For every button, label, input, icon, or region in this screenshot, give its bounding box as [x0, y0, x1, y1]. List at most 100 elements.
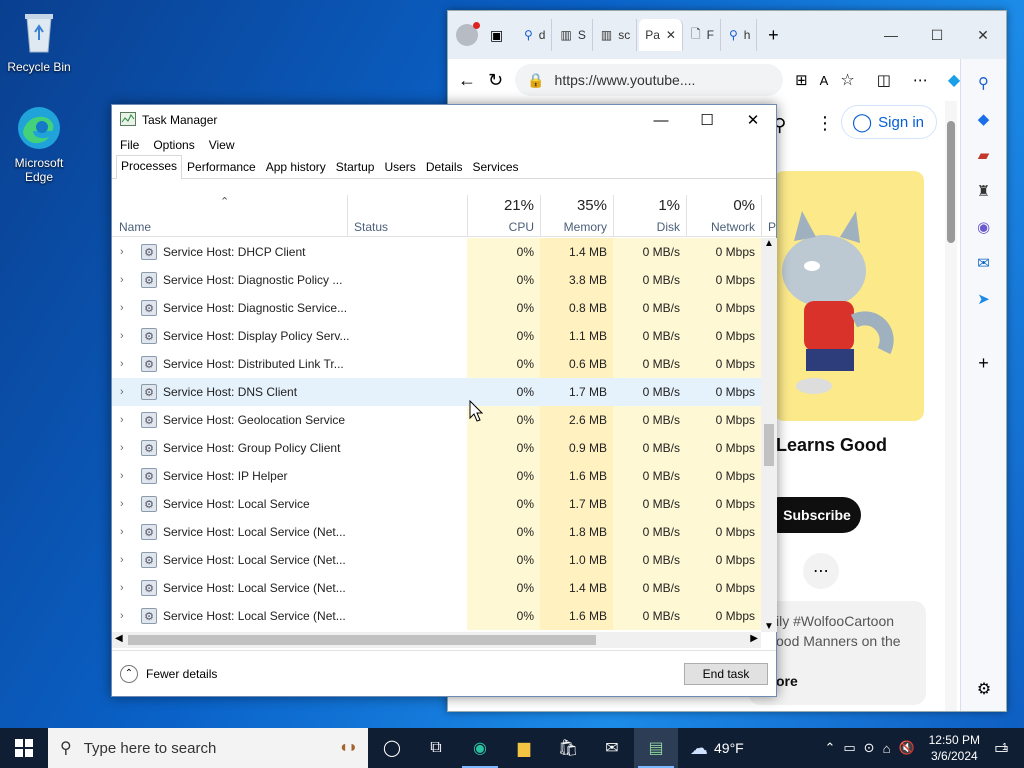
timeline-icon[interactable]: ⧉ — [414, 728, 458, 768]
process-row[interactable]: › ⚙ Service Host: Diagnostic Service... 0% 0… — [112, 294, 761, 322]
scroll-left-arrow-icon[interactable]: ◀ — [115, 633, 123, 644]
task-view-icon[interactable]: ◯ — [370, 728, 414, 768]
outlook-icon[interactable]: ✉ — [972, 251, 996, 275]
desktop-icon-edge[interactable]: Microsoft Edge — [4, 104, 74, 184]
tab-processes[interactable]: Processes — [116, 155, 183, 179]
column-name[interactable]: Name — [112, 195, 347, 237]
end-task-button[interactable]: End task — [684, 662, 768, 685]
search-icon[interactable]: ⚲ — [972, 71, 996, 95]
menu-options[interactable]: Options — [153, 138, 194, 152]
back-icon[interactable]: ← — [458, 70, 476, 91]
tab-startup[interactable]: Startup — [331, 156, 380, 178]
expand-chevron-icon[interactable]: › — [120, 302, 124, 314]
maximize-icon[interactable]: ☐ — [914, 19, 960, 51]
games-icon[interactable]: ♜ — [972, 179, 996, 203]
taskbar-search-box[interactable]: ⚲ Type here to search ◖◗ — [48, 728, 368, 768]
task-manager-titlebar[interactable]: Task Manager — ☐ ✕ — [112, 105, 776, 135]
notifications-icon[interactable]: ▭ 1 — [994, 738, 1018, 758]
edge-tab-active[interactable]: Pa ✕ — [639, 19, 683, 51]
apps-icon[interactable]: ⊞ — [795, 71, 808, 89]
expand-chevron-icon[interactable]: › — [120, 414, 124, 426]
process-row[interactable]: › ⚙ Service Host: DNS Client 0% 1.7 MB 0 MB/s… — [112, 378, 761, 406]
process-row[interactable]: › ⚙ Service Host: Local Service 0% 1.7 MB 0 M… — [112, 490, 761, 518]
scroll-up-arrow-icon[interactable]: ▲ — [764, 238, 774, 249]
process-row[interactable]: › ⚙ Service Host: Group Policy Client 0% 0.9… — [112, 434, 761, 462]
process-row[interactable]: › ⚙ Service Host: Geolocation Service 0% 2.6… — [112, 406, 761, 434]
horizontal-scrollbar[interactable]: ◀ ▶ — [112, 632, 761, 648]
process-row[interactable]: › ⚙ Service Host: Local Service (Net... 0% 1… — [112, 518, 761, 546]
url-field[interactable]: 🔒 https://www.youtube.... — [515, 64, 784, 96]
file-explorer-icon[interactable]: ▆ — [502, 728, 546, 768]
expand-chevron-icon[interactable]: › — [120, 246, 124, 258]
column-disk[interactable]: 1% Disk — [613, 195, 686, 237]
weather-widget[interactable]: ☁ 49°F — [690, 738, 744, 759]
scroll-right-arrow-icon[interactable]: ▶ — [750, 633, 758, 644]
store-icon[interactable]: 🛍 — [546, 728, 590, 768]
expand-chevron-icon[interactable]: › — [120, 526, 124, 538]
menu-view[interactable]: View — [209, 138, 235, 152]
expand-chevron-icon[interactable]: › — [120, 610, 124, 622]
column-memory[interactable]: 35% Memory — [540, 195, 613, 237]
tab-details[interactable]: Details — [421, 156, 468, 178]
edge-tab[interactable]: ▥ S — [554, 19, 593, 51]
column-power[interactable]: P — [761, 195, 777, 237]
split-screen-icon[interactable]: ◫ — [877, 71, 891, 89]
expand-chevron-icon[interactable]: › — [120, 582, 124, 594]
add-icon[interactable]: + — [972, 351, 996, 375]
close-icon[interactable]: ✕ — [730, 105, 776, 135]
tab-performance[interactable]: Performance — [182, 156, 261, 178]
expand-chevron-icon[interactable]: › — [120, 386, 124, 398]
minimize-icon[interactable]: — — [868, 19, 914, 51]
taskbar-edge-icon[interactable]: ◉ — [458, 728, 502, 768]
process-row[interactable]: › ⚙ Service Host: Local Service (Net... 0% 1… — [112, 602, 761, 630]
edge-tab[interactable]: ▥ sc — [595, 19, 638, 51]
tab-users[interactable]: Users — [379, 156, 420, 178]
process-row[interactable]: › ⚙ Service Host: IP Helper 0% 1.6 MB 0 MB/s 0… — [112, 462, 761, 490]
battery-icon[interactable]: ▭ — [843, 740, 855, 756]
taskbar-task-manager-icon[interactable]: ▤ — [634, 728, 678, 768]
process-row[interactable]: › ⚙ Service Host: Display Policy Serv... 0%… — [112, 322, 761, 350]
process-row[interactable]: › ⚙ Service Host: Local Service (Net... 0% 1… — [112, 574, 761, 602]
process-row[interactable]: › ⚙ Service Host: Diagnostic Policy ... 0% 3… — [112, 266, 761, 294]
vertical-scrollbar[interactable]: ▲ ▼ — [761, 238, 777, 632]
tab-actions-icon[interactable]: ▣ — [490, 27, 516, 44]
scrollbar-thumb[interactable] — [947, 121, 955, 243]
process-row[interactable]: › ⚙ Service Host: Distributed Link Tr... 0%… — [112, 350, 761, 378]
more-actions-button[interactable]: ⋯ — [803, 553, 839, 589]
profile-avatar[interactable] — [456, 22, 480, 46]
expand-chevron-icon[interactable]: › — [120, 358, 124, 370]
m365-icon[interactable]: ◉ — [972, 215, 996, 239]
page-scrollbar[interactable] — [945, 101, 957, 711]
new-tab-icon[interactable]: + — [759, 25, 787, 46]
close-tab-icon[interactable]: ✕ — [666, 28, 676, 42]
expand-chevron-icon[interactable]: › — [120, 470, 124, 482]
mail-icon[interactable]: ✉ — [590, 728, 634, 768]
close-icon[interactable]: ✕ — [960, 19, 1006, 51]
network-icon[interactable]: ⌂ — [883, 741, 891, 756]
read-aloud-icon[interactable]: A — [820, 73, 829, 88]
column-network[interactable]: 0% Network — [686, 195, 761, 237]
expand-chevron-icon[interactable]: › — [120, 330, 124, 342]
drop-icon[interactable]: ➤ — [972, 287, 996, 311]
edge-tab[interactable]: ⚲ d — [518, 19, 553, 51]
expand-chevron-icon[interactable]: › — [120, 554, 124, 566]
column-cpu[interactable]: 21% CPU — [467, 195, 540, 237]
scroll-down-arrow-icon[interactable]: ▼ — [764, 621, 774, 632]
clock[interactable]: 12:50 PM 3/6/2024 — [929, 732, 980, 764]
volume-muted-icon[interactable]: 🔇 — [898, 740, 914, 756]
column-status[interactable]: Status — [347, 195, 467, 237]
tools-icon[interactable]: ▰ — [972, 143, 996, 167]
start-button[interactable] — [0, 728, 48, 768]
expand-chevron-icon[interactable]: › — [120, 498, 124, 510]
edge-tab[interactable]: 🗋 F — [685, 19, 721, 51]
scrollbar-thumb[interactable] — [764, 424, 774, 466]
expand-chevron-icon[interactable]: › — [120, 274, 124, 286]
more-vert-icon[interactable]: ⋮ — [816, 113, 834, 134]
process-row[interactable]: › ⚙ Service Host: Local Service (Net... 0% 1… — [112, 546, 761, 574]
show-hidden-icons-chevron-up-icon[interactable]: ⌃ — [824, 740, 835, 756]
menu-file[interactable]: File — [120, 138, 139, 152]
maximize-icon[interactable]: ☐ — [684, 105, 730, 135]
desktop-icon-recycle-bin[interactable]: Recycle Bin — [4, 8, 74, 74]
minimize-icon[interactable]: — — [638, 105, 684, 135]
tab-app-history[interactable]: App history — [261, 156, 331, 178]
